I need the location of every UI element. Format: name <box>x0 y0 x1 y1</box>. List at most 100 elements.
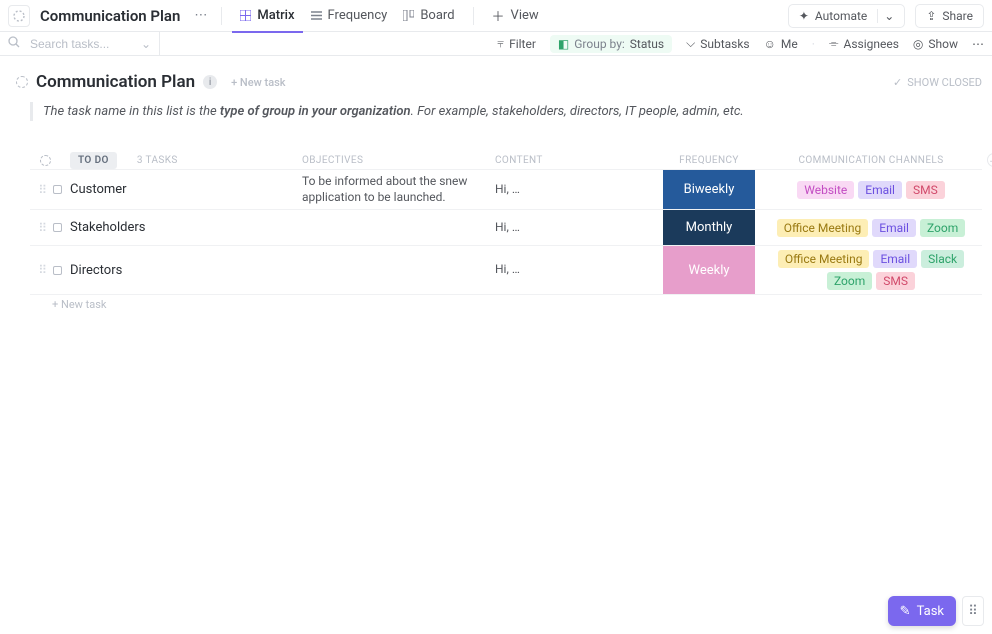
channel-tag[interactable]: Email <box>873 250 917 268</box>
automate-label: Automate <box>815 9 867 23</box>
more-button[interactable]: ⋯ <box>972 37 984 51</box>
assignees-label: Assignees <box>843 37 898 51</box>
column-header-content[interactable]: CONTENT <box>495 155 663 166</box>
view-tab-label: Matrix <box>257 8 294 23</box>
search-icon <box>8 36 20 51</box>
chevron-down-icon[interactable]: ⌄ <box>141 37 151 51</box>
eye-icon: ◎ <box>913 37 923 51</box>
column-header-frequency[interactable]: FREQUENCY <box>663 155 755 166</box>
automate-button[interactable]: ✦ Automate ⌄ <box>788 4 906 28</box>
show-button[interactable]: ◎ Show <box>913 37 958 51</box>
task-name[interactable]: Directors <box>70 246 302 294</box>
table-row[interactable]: ⠿ CustomerTo be informed about the snew a… <box>30 169 982 209</box>
separator <box>473 7 474 25</box>
show-closed-toggle[interactable]: ✓ SHOW CLOSED <box>893 76 982 89</box>
filter-icon: ⫧ <box>497 36 504 51</box>
channel-tag[interactable]: Slack <box>921 250 964 268</box>
view-icon <box>403 10 414 21</box>
create-task-fab[interactable]: ✎ Task <box>888 596 956 626</box>
me-label: Me <box>781 37 798 51</box>
drag-handle-icon[interactable]: ⠿ <box>38 183 47 197</box>
search-input[interactable] <box>28 36 138 52</box>
add-column-button[interactable]: ＋ <box>987 153 992 167</box>
task-name[interactable]: Stakeholders <box>70 210 302 245</box>
column-header-channels[interactable]: COMMUNICATION CHANNELS <box>755 155 987 166</box>
add-view-label: View <box>511 8 539 23</box>
frequency-cell[interactable]: Monthly <box>663 210 755 245</box>
table-row[interactable]: ⠿ Stakeholders Hi , …Monthly Office Meeting… <box>30 209 982 245</box>
group-collapse-icon[interactable] <box>40 155 51 166</box>
channels-cell[interactable]: WebsiteEmailSMS <box>755 170 987 209</box>
tasks-count: 3 TASKS <box>137 155 178 166</box>
channel-tag[interactable]: Website <box>797 181 854 199</box>
status-chip[interactable]: TO DO <box>70 152 117 169</box>
content-cell[interactable]: Hi , … <box>495 170 663 209</box>
grid-icon: ⠿ <box>968 604 978 619</box>
subtasks-label: Subtasks <box>700 37 749 51</box>
separator <box>221 7 222 25</box>
objectives-cell[interactable] <box>302 210 495 245</box>
filter-button[interactable]: ⫧ Filter <box>497 36 536 51</box>
task-name[interactable]: Customer <box>70 170 302 209</box>
content-cell[interactable]: Hi , … <box>495 210 663 245</box>
group-by-label: Group by: <box>574 37 625 51</box>
view-tab-matrix[interactable]: Matrix <box>232 0 302 32</box>
assignees-button[interactable]: ⌯ Assignees <box>829 36 899 51</box>
table-row[interactable]: ⠿ Directors Hi , …Weekly Office MeetingEmai… <box>30 245 982 294</box>
view-icon <box>311 10 322 21</box>
drag-handle-icon[interactable]: ⠿ <box>38 263 47 277</box>
status-checkbox[interactable] <box>53 266 62 275</box>
channel-tag[interactable]: SMS <box>876 272 915 290</box>
drag-handle-icon[interactable]: ⠿ <box>38 221 47 235</box>
channel-tag[interactable]: Email <box>858 181 902 199</box>
channel-tag[interactable]: SMS <box>906 181 945 199</box>
frequency-cell[interactable]: Biweekly <box>663 170 755 209</box>
view-icon <box>240 10 251 21</box>
channel-tag[interactable]: Zoom <box>920 219 965 237</box>
new-task-link[interactable]: + New task <box>231 76 285 89</box>
list-settings-button[interactable] <box>8 5 30 27</box>
view-tab-label: Frequency <box>328 8 388 23</box>
channel-tag[interactable]: Email <box>872 219 916 237</box>
subtasks-button[interactable]: ⌵ Subtasks <box>686 36 750 51</box>
channels-cell[interactable]: Office MeetingEmailZoom <box>755 210 987 245</box>
column-header-objectives[interactable]: OBJECTIVES <box>302 155 495 166</box>
share-button[interactable]: ⇪ Share <box>915 4 984 28</box>
group-icon: ◧ <box>558 37 569 51</box>
group-by-button[interactable]: ◧ Group by: Status <box>550 35 672 53</box>
share-icon: ⇪ <box>926 9 936 23</box>
pen-icon: ✎ <box>900 604 911 619</box>
view-tab-frequency[interactable]: Frequency <box>303 0 396 32</box>
title-more-button[interactable]: ⋯ <box>190 8 211 23</box>
channel-tag[interactable]: Office Meeting <box>777 219 869 237</box>
content-cell[interactable]: Hi , … <box>495 246 663 294</box>
add-view-button[interactable]: ＋ View <box>484 0 547 32</box>
objectives-cell[interactable]: To be informed about the snew applicatio… <box>302 170 495 209</box>
objectives-cell[interactable] <box>302 246 495 294</box>
frequency-cell[interactable]: Weekly <box>663 246 755 294</box>
dashed-circle-icon <box>13 10 25 22</box>
status-checkbox[interactable] <box>53 223 62 232</box>
chevron-down-icon[interactable]: ⌄ <box>877 9 900 23</box>
list-description: The task name in this list is the type o… <box>30 102 982 121</box>
list-title: Communication Plan <box>36 72 195 92</box>
view-tab-board[interactable]: Board <box>395 0 462 32</box>
new-task-row[interactable]: + New task <box>16 295 982 313</box>
desc-bold: type of group in your organization <box>220 104 411 119</box>
show-closed-label: SHOW CLOSED <box>907 76 982 89</box>
info-icon[interactable]: i <box>203 75 217 89</box>
apps-fab[interactable]: ⠿ <box>962 596 984 626</box>
subtasks-icon: ⌵ <box>686 36 695 51</box>
plus-icon: ＋ <box>492 6 505 25</box>
view-tab-label: Board <box>420 8 454 23</box>
collapse-toggle-icon[interactable] <box>16 76 28 88</box>
channel-tag[interactable]: Zoom <box>827 272 872 290</box>
channel-tag[interactable]: Office Meeting <box>778 250 870 268</box>
fab-task-label: Task <box>917 604 944 619</box>
channels-cell[interactable]: Office MeetingEmailSlack ZoomSMS <box>755 246 987 294</box>
status-checkbox[interactable] <box>53 185 62 194</box>
person-icon: ☺ <box>764 37 776 51</box>
dot-separator: · <box>812 37 815 51</box>
me-button[interactable]: ☺ Me <box>764 37 798 51</box>
share-label: Share <box>942 9 973 23</box>
